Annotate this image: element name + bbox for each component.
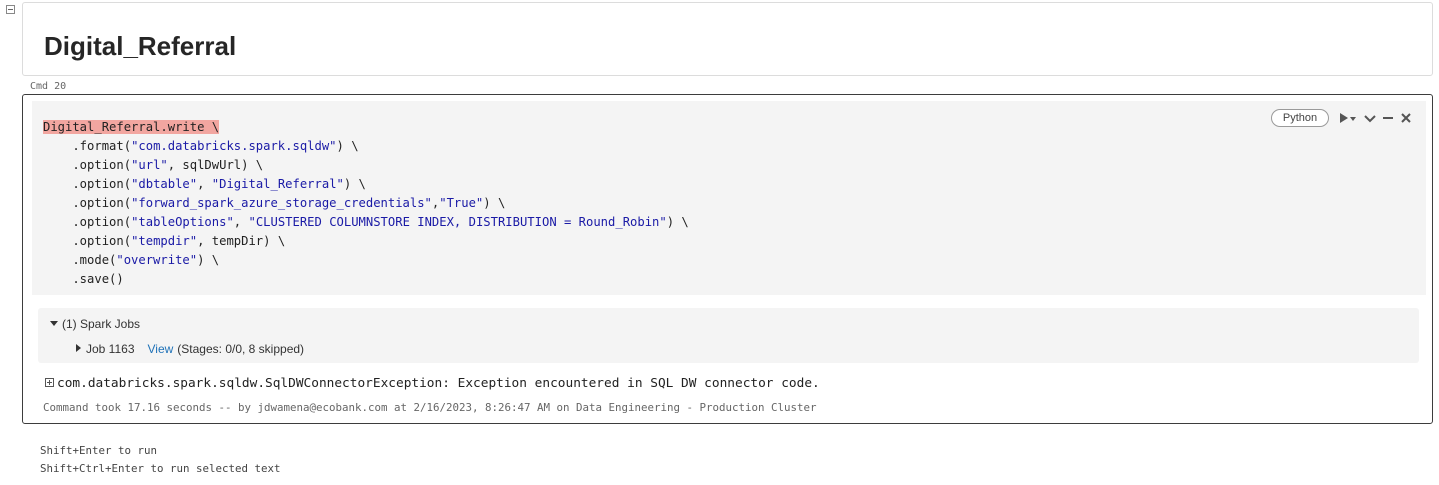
close-icon[interactable] — [1399, 109, 1413, 127]
spark-job-row: Job 1163 View (Stages: 0/0, 8 skipped) — [76, 342, 304, 356]
run-hint: Shift+Enter to run — [40, 444, 158, 457]
code-string-token: "Digital_Referral" — [211, 177, 344, 191]
code-token: .option( — [43, 177, 132, 191]
code-cell: Digital_Referral.write \ .format("com.da… — [22, 94, 1433, 424]
error-text: com.databricks.spark.sqldw.SqlDWConnecto… — [57, 376, 820, 391]
job-label: Job 1163 — [86, 342, 135, 356]
job-view-link[interactable]: View — [148, 342, 174, 356]
code-token: .option( — [43, 196, 132, 210]
run-cell-button[interactable] — [1337, 109, 1359, 127]
code-editor[interactable]: Digital_Referral.write \ .format("com.da… — [32, 101, 1426, 295]
command-meta: Command took 17.16 seconds -- by jdwamen… — [43, 401, 817, 414]
spark-jobs-panel: (1) Spark Jobs Job 1163 View (Stages: 0/0,… — [38, 308, 1419, 363]
markdown-cell: Digital_Referral — [22, 2, 1433, 76]
code-token: .save() — [43, 272, 124, 286]
code-token: .option( — [43, 215, 132, 229]
code-token: , tempDir) \ — [197, 234, 286, 248]
notebook-heading: Digital_Referral — [44, 31, 237, 61]
code-string-token: "dbtable" — [131, 177, 198, 191]
play-icon — [1340, 113, 1348, 123]
spark-jobs-toggle[interactable]: (1) Spark Jobs — [50, 317, 140, 331]
code-token: , sqlDwUrl) \ — [167, 158, 264, 172]
code-lines[interactable]: Digital_Referral.write \ .format("com.da… — [43, 118, 689, 289]
code-token: ) \ — [336, 139, 359, 153]
caret-right-icon[interactable] — [76, 344, 81, 352]
caret-down-icon — [50, 321, 58, 326]
code-token: .mode( — [43, 253, 117, 267]
code-token: .format( — [43, 139, 132, 153]
command-label: Cmd 20 — [30, 81, 67, 92]
code-string-token: "tempdir" — [131, 234, 198, 248]
code-string-token: "CLUSTERED COLUMNSTORE INDEX, DISTRIBUTI… — [248, 215, 667, 229]
code-token: , — [233, 215, 249, 229]
code-token: .option( — [43, 234, 132, 248]
code-string-token: "overwrite" — [116, 253, 198, 267]
job-stages: (Stages: 0/0, 8 skipped) — [177, 342, 305, 356]
language-badge[interactable]: Python — [1271, 109, 1329, 127]
code-string-token: "tableOptions" — [131, 215, 234, 229]
error-message: com.databricks.spark.sqldw.SqlDWConnecto… — [45, 376, 820, 392]
code-string-token: "forward_spark_azure_storage_credentials… — [131, 196, 432, 210]
run-selected-hint: Shift+Ctrl+Enter to run selected text — [40, 462, 281, 475]
expand-error-icon[interactable] — [45, 378, 54, 387]
spark-jobs-label: (1) Spark Jobs — [62, 317, 141, 331]
collapse-cell-icon[interactable] — [6, 5, 15, 14]
code-token: .option( — [43, 158, 132, 172]
code-string-token: "url" — [131, 158, 168, 172]
code-token: Digital_Referral.write \ — [43, 120, 220, 134]
code-string-token: "com.databricks.spark.sqldw" — [131, 139, 337, 153]
code-string-token: "True" — [439, 196, 484, 210]
code-token: ) \ — [666, 215, 689, 229]
caret-down-icon — [1350, 117, 1356, 121]
code-token: , — [197, 177, 212, 191]
code-token: ) \ — [343, 177, 366, 191]
code-token: ) \ — [197, 253, 220, 267]
chevron-down-icon[interactable] — [1363, 109, 1377, 127]
minimize-icon[interactable] — [1381, 109, 1395, 127]
code-token: ) \ — [483, 196, 506, 210]
